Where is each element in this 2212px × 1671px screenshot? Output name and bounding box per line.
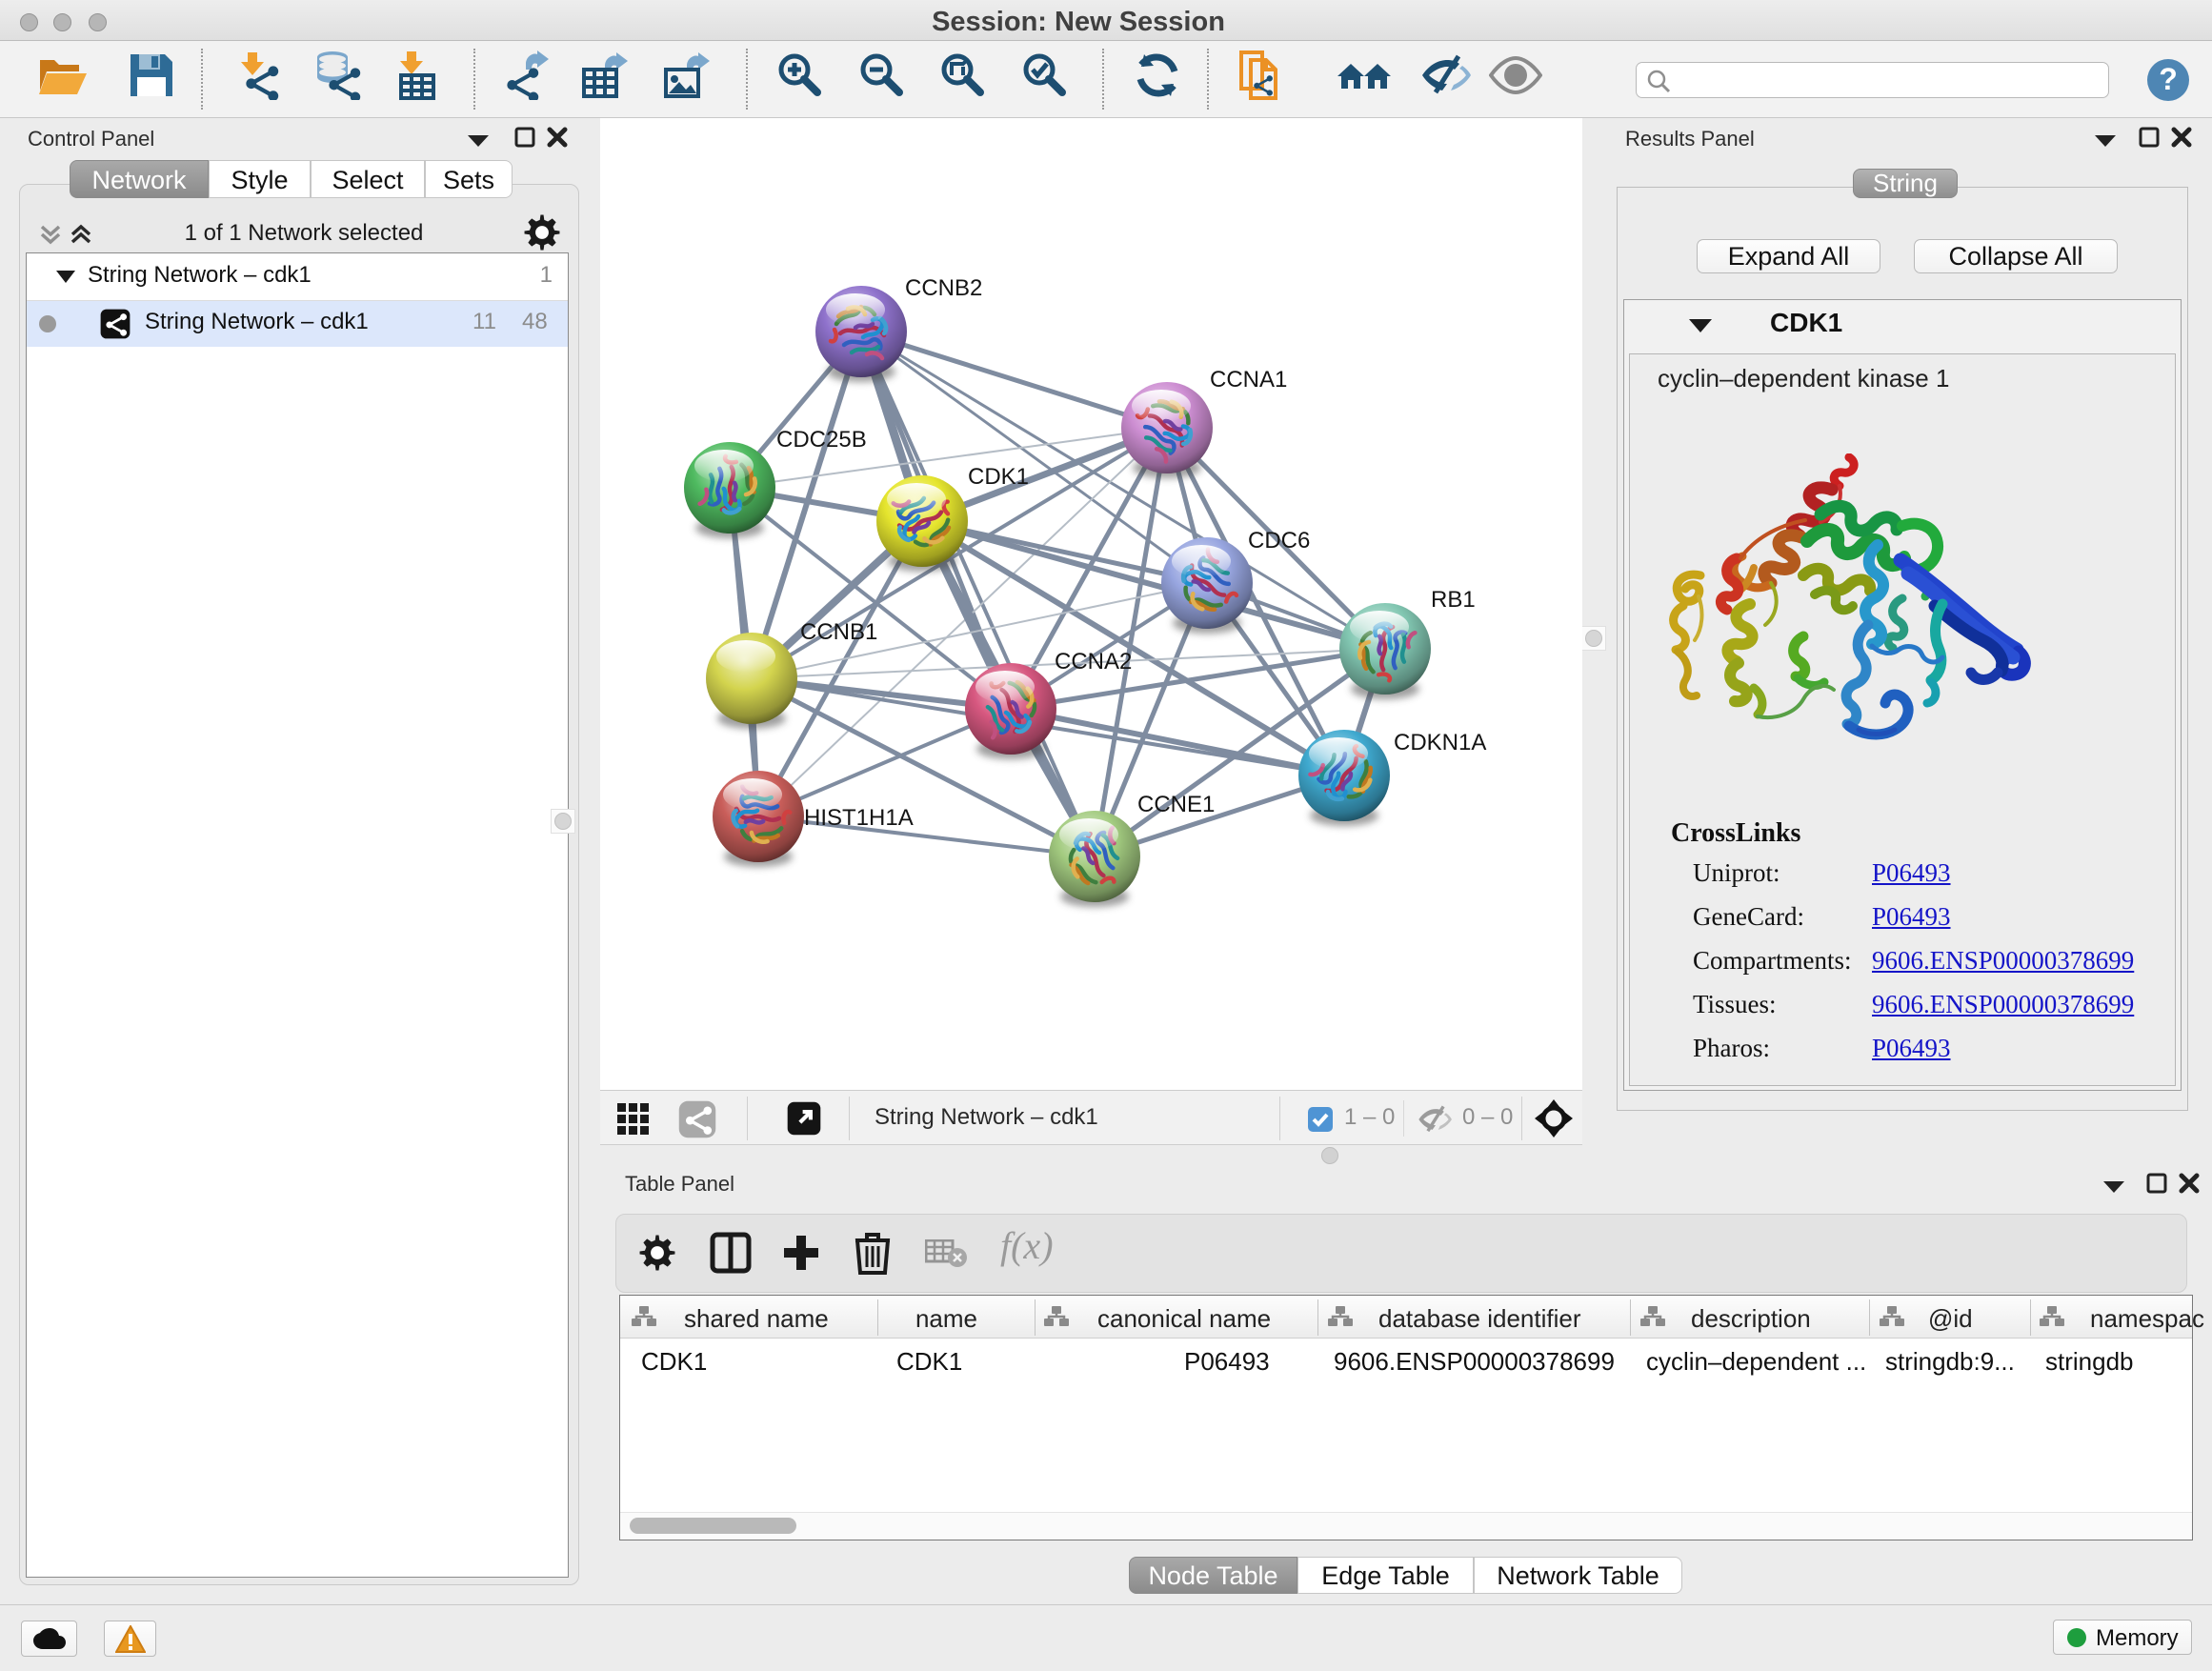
svg-text:CDC25B: CDC25B	[776, 427, 867, 453]
svg-text:CCNB2: CCNB2	[905, 275, 982, 301]
svg-text:?: ?	[2159, 62, 2178, 96]
svg-text:CCNB1: CCNB1	[800, 619, 877, 645]
svg-text:CDC6: CDC6	[1248, 528, 1310, 554]
svg-text:CDK1: CDK1	[968, 464, 1029, 490]
svg-text:RB1: RB1	[1431, 587, 1476, 613]
svg-text:CCNA1: CCNA1	[1210, 367, 1287, 393]
svg-text:HIST1H1A: HIST1H1A	[804, 805, 914, 831]
svg-text:CDKN1A: CDKN1A	[1394, 730, 1486, 755]
svg-text:CCNE1: CCNE1	[1137, 792, 1215, 817]
svg-text:CCNA2: CCNA2	[1055, 649, 1132, 674]
